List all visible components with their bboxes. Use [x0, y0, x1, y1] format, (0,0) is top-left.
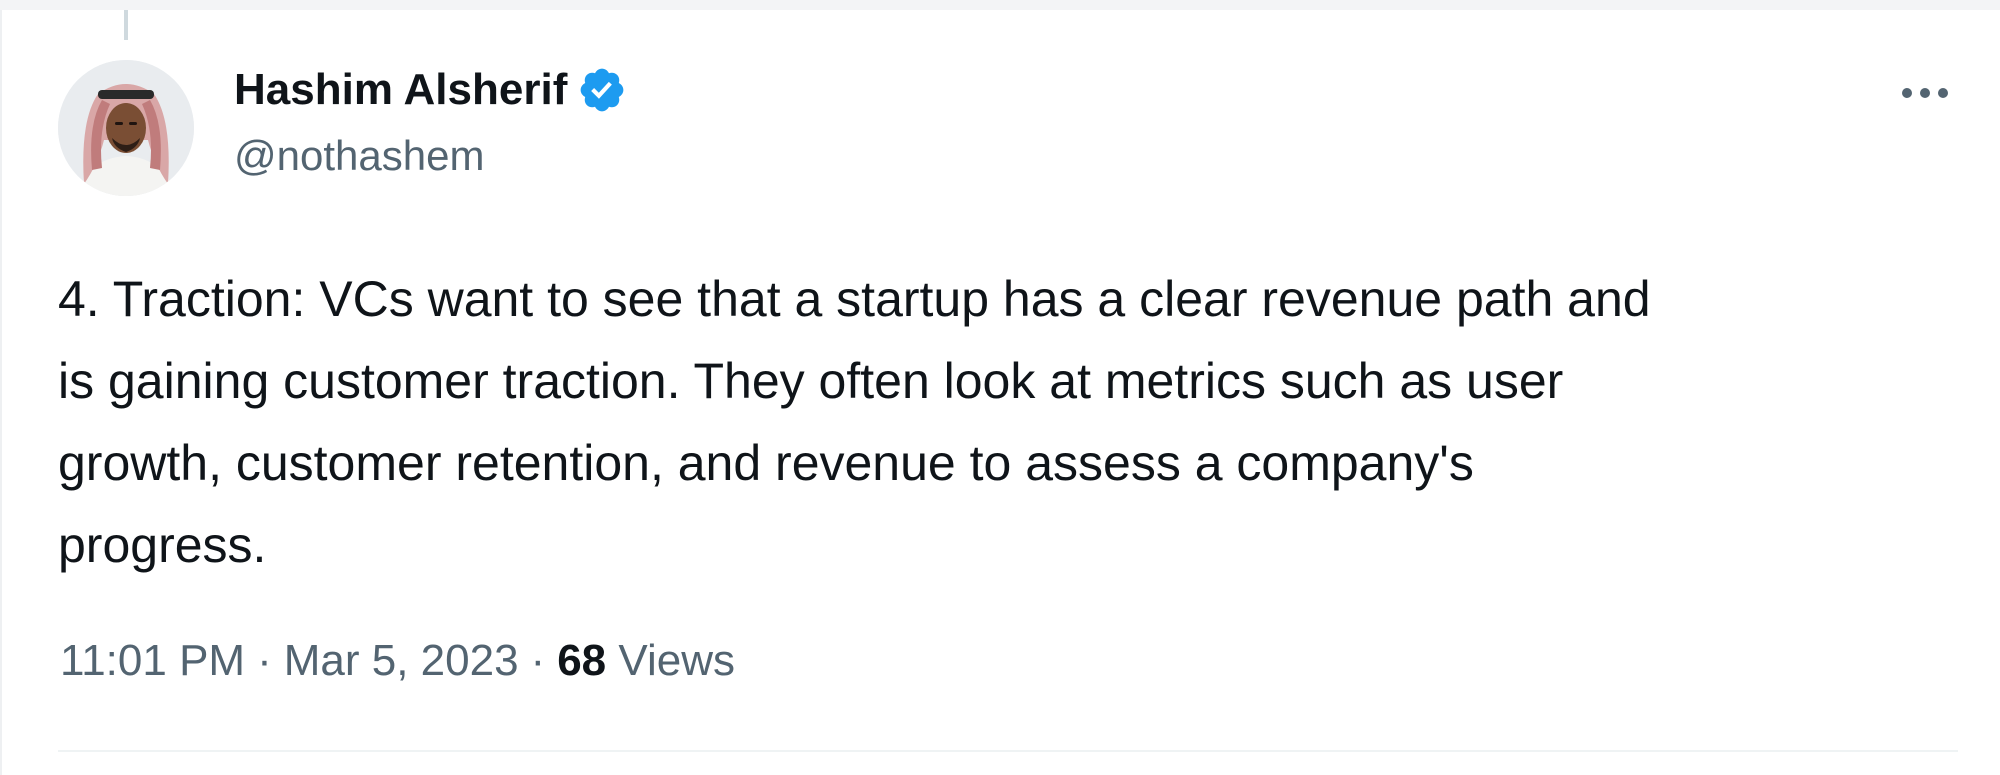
tweet-text-line: is gaining customer traction. They often… — [58, 353, 1564, 409]
author-display-name[interactable]: Hashim Alsherif — [234, 64, 567, 116]
more-options-icon — [1902, 88, 1948, 98]
top-band — [0, 0, 2000, 10]
avatar[interactable] — [58, 60, 194, 196]
verified-badge-icon — [577, 65, 627, 115]
more-options-button[interactable] — [1890, 68, 1960, 118]
meta-separator: · — [530, 636, 546, 685]
views-count: 68 — [557, 636, 607, 685]
tweet-date[interactable]: Mar 5, 2023 — [284, 636, 519, 685]
meta-separator: · — [257, 636, 272, 685]
author-name-row: Hashim Alsherif — [234, 64, 627, 116]
tweet-text-line: 4. Traction: VCs want to see that a star… — [58, 271, 1651, 327]
tweet-text-line: growth, customer retention, and revenue … — [58, 435, 1474, 491]
tweet-card: Hashim Alsherif @nothashem 4. Traction: … — [0, 10, 1998, 775]
avatar-image — [58, 60, 194, 196]
author-handle[interactable]: @nothashem — [234, 130, 484, 182]
thread-connector-line — [124, 10, 128, 40]
views-label: Views — [618, 636, 735, 685]
tweet-text-line: progress. — [58, 517, 267, 573]
divider — [58, 750, 1958, 752]
tweet-text: 4. Traction: VCs want to see that a star… — [58, 258, 1958, 586]
tweet-metadata: 11:01 PM · Mar 5, 2023 · 68 Views — [60, 634, 735, 688]
tweet-time[interactable]: 11:01 PM — [60, 636, 245, 685]
